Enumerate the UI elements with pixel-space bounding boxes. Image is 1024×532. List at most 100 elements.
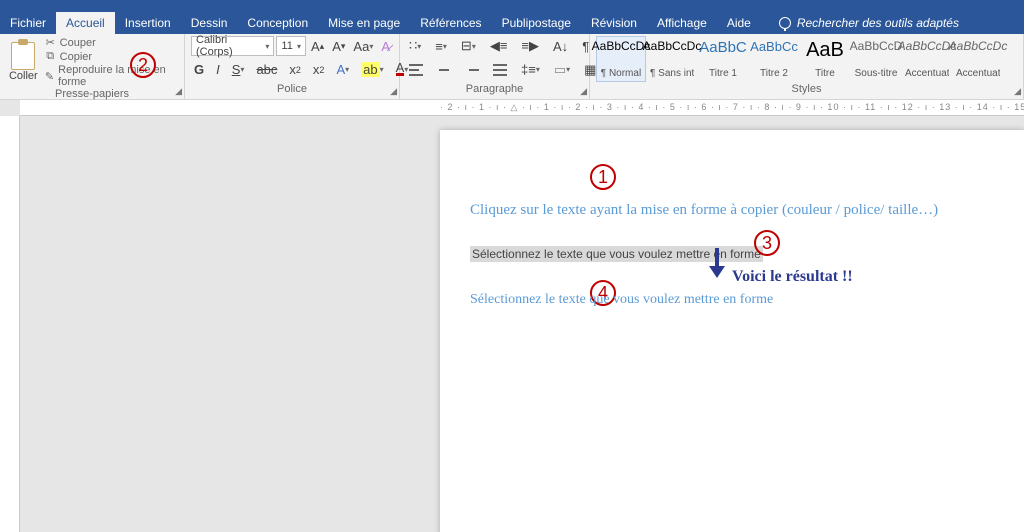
tell-me-search[interactable]: Rechercher des outils adaptés [769, 12, 969, 34]
horizontal-ruler[interactable]: · 2 · ı · 1 · ı · △ · ı · 1 · ı · 2 · ı … [20, 100, 1024, 116]
strikethrough-button[interactable]: abc [253, 60, 280, 79]
align-center-button[interactable] [434, 62, 454, 78]
style-name: Accentuat. [956, 68, 1000, 79]
decrease-indent-button[interactable]: ◀≡ [487, 36, 511, 56]
align-right-button[interactable] [462, 62, 482, 78]
group-styles: AaBbCcDc¶ NormalAaBbCcDc¶ Sans int...AaB… [590, 34, 1024, 99]
brush-icon: ✎ [45, 70, 55, 83]
doc-instruction-1[interactable]: Cliquez sur le texte ayant la mise en fo… [470, 202, 938, 219]
style-name: Titre 1 [701, 68, 745, 79]
change-case-button[interactable]: Aa▾ [350, 37, 376, 56]
chevron-down-icon: ▾ [265, 42, 269, 51]
style-item[interactable]: AaBbCcDcAccentuat. [953, 36, 1003, 82]
tell-me-label: Rechercher des outils adaptés [797, 16, 959, 30]
bullets-button[interactable]: ∷▾ [406, 36, 424, 56]
page[interactable]: 1 Cliquez sur le texte ayant la mise en … [440, 130, 1024, 532]
cut-label: Couper [60, 37, 96, 49]
clipboard-dialog-launcher[interactable]: ◢ [175, 86, 182, 97]
workspace: 1 Cliquez sur le texte ayant la mise en … [0, 116, 1024, 532]
paragraph-dialog-launcher[interactable]: ◢ [580, 86, 587, 97]
style-name: ¶ Sans int... [650, 68, 694, 79]
styles-gallery[interactable]: AaBbCcDc¶ NormalAaBbCcDc¶ Sans int...AaB… [596, 36, 1017, 82]
cut-button[interactable]: ✂ Couper [45, 36, 178, 49]
style-name: Sous-titre [854, 68, 898, 79]
clear-formatting-button[interactable]: A̷ [378, 37, 393, 56]
superscript-button[interactable]: x2 [310, 60, 328, 79]
format-painter-button[interactable]: ✎Reproduire la mise en forme [45, 64, 178, 88]
tab-view[interactable]: Affichage [647, 12, 717, 34]
increase-indent-button[interactable]: ≡▶ [518, 36, 542, 56]
font-size-combo[interactable]: 11▾ [276, 36, 306, 56]
style-preview: AaBbCcDc [898, 39, 957, 53]
style-item[interactable]: AaBbCTitre 1 [698, 36, 748, 82]
tab-draw[interactable]: Dessin [181, 12, 238, 34]
group-label-clipboard: Presse-papiers [6, 88, 178, 102]
tab-file[interactable]: Fichier [0, 12, 56, 34]
line-spacing-button[interactable]: ‡≡▾ [518, 60, 543, 79]
doc-instruction-2[interactable]: Sélectionnez le texte que vous voulez me… [470, 292, 773, 308]
underline-button[interactable]: S▾ [229, 60, 248, 79]
title-bar [0, 0, 1024, 12]
document-area[interactable]: 1 Cliquez sur le texte ayant la mise en … [20, 116, 1024, 532]
bold-button[interactable]: G [191, 60, 207, 79]
style-preview: AaBbCcD [850, 39, 903, 53]
annotation-step-1: 1 [590, 164, 616, 190]
group-clipboard: Coller ✂ Couper ⧉Copier ✎Reproduire la mi… [0, 34, 185, 99]
style-item[interactable]: AaBbCcTitre 2 [749, 36, 799, 82]
doc-result-text[interactable]: Voici le résultat !! [732, 268, 853, 286]
tab-mailings[interactable]: Publipostage [492, 12, 581, 34]
sort-button[interactable]: A↓ [550, 37, 571, 56]
subscript-button[interactable]: x2 [286, 60, 304, 79]
arrow-icon [715, 248, 719, 268]
copy-icon: ⧉ [45, 50, 56, 63]
lightbulb-icon [779, 17, 791, 29]
font-name-combo[interactable]: Calibri (Corps)▾ [191, 36, 274, 56]
tab-home[interactable]: Accueil [56, 12, 115, 34]
style-item[interactable]: AaBbCcDc¶ Sans int... [647, 36, 697, 82]
align-left-button[interactable] [406, 62, 426, 78]
style-name: Titre 2 [752, 68, 796, 79]
tab-help[interactable]: Aide [717, 12, 761, 34]
style-item[interactable]: AaBbCcDc¶ Normal [596, 36, 646, 82]
annotation-step-3: 3 [754, 230, 780, 256]
font-dialog-launcher[interactable]: ◢ [390, 86, 397, 97]
multilevel-list-button[interactable]: ⊟▾ [458, 36, 479, 56]
group-label-font: Police [191, 83, 393, 97]
format-painter-label: Reproduire la mise en forme [58, 64, 178, 88]
style-item[interactable]: AaBbCcDcAccentuat... [902, 36, 952, 82]
group-label-paragraph: Paragraphe [406, 83, 583, 97]
clipboard-icon [11, 42, 35, 70]
copy-button[interactable]: ⧉Copier [45, 50, 178, 63]
shading-button[interactable]: ▭▾ [551, 60, 573, 80]
style-name: ¶ Normal [599, 68, 643, 79]
tab-insert[interactable]: Insertion [115, 12, 181, 34]
group-font: Calibri (Corps)▾ 11▾ A▴ A▾ Aa▾ A̷ G I S▾… [185, 34, 400, 99]
justify-button[interactable] [490, 62, 510, 78]
style-name: Titre [803, 68, 847, 79]
ribbon: Coller ✂ Couper ⧉Copier ✎Reproduire la mi… [0, 34, 1024, 100]
ribbon-tabs: Fichier Accueil Insertion Dessin Concept… [0, 12, 1024, 34]
font-name-value: Calibri (Corps) [196, 34, 265, 58]
group-paragraph: ∷▾ ≡▾ ⊟▾ ◀≡ ≡▶ A↓ ¶ ‡≡▾ ▭▾ ▦▾ Paragraphe… [400, 34, 590, 99]
tab-design[interactable]: Conception [237, 12, 318, 34]
style-item[interactable]: AaBbCcD Sous-titre [851, 36, 901, 82]
group-label-styles: Styles [596, 83, 1017, 97]
style-preview: AaB [806, 39, 844, 62]
style-preview: AaBbCcDc [949, 39, 1008, 53]
italic-button[interactable]: I [213, 60, 223, 79]
styles-dialog-launcher[interactable]: ◢ [1014, 86, 1021, 97]
annotation-step-2: 2 [130, 52, 156, 78]
tab-review[interactable]: Révision [581, 12, 647, 34]
shrink-font-button[interactable]: A▾ [329, 37, 348, 56]
tab-references[interactable]: Références [410, 12, 491, 34]
text-effects-button[interactable]: A▾ [333, 60, 352, 79]
style-preview: AaBbCcDc [592, 39, 651, 53]
grow-font-button[interactable]: A▴ [308, 37, 327, 56]
vertical-ruler[interactable] [0, 116, 20, 532]
numbering-button[interactable]: ≡▾ [432, 37, 450, 56]
scissors-icon: ✂ [45, 36, 56, 49]
paste-button[interactable]: Coller [6, 36, 41, 88]
tab-layout[interactable]: Mise en page [318, 12, 410, 34]
highlight-button[interactable]: ab▾ [358, 60, 386, 79]
style-item[interactable]: AaB Titre [800, 36, 850, 82]
